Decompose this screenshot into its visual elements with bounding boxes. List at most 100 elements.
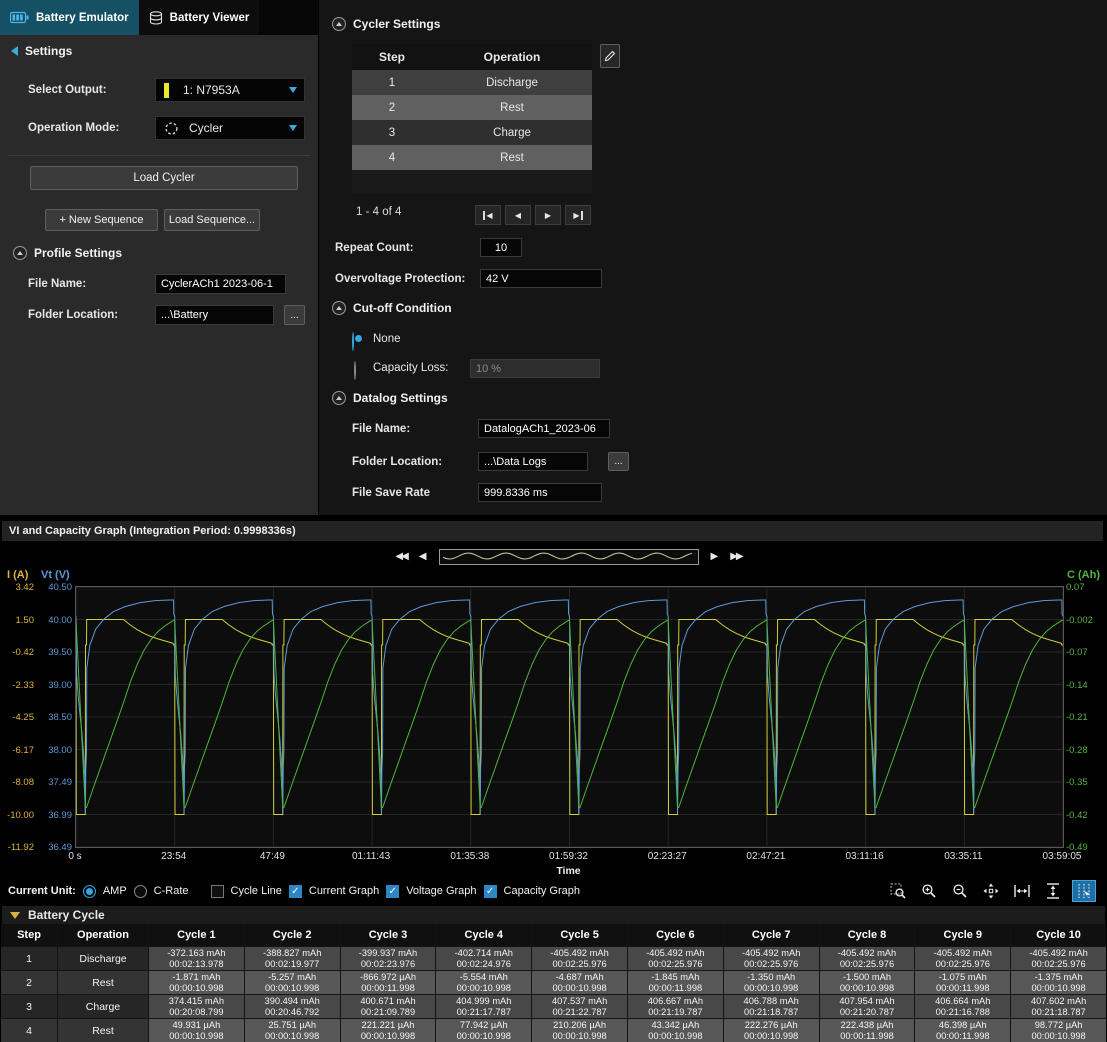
zoom-in-icon[interactable] [917, 880, 941, 902]
fit-horizontal-icon[interactable] [1010, 880, 1034, 902]
cycler-step-row[interactable]: 1Discharge [352, 70, 592, 95]
voltage-axis-label: Vt (V) [41, 569, 70, 581]
graph-title-bar: VI and Capacity Graph (Integration Perio… [2, 521, 1103, 541]
battery-cycle-value-cell: 222.438 µAh00:00:11.998 [820, 1019, 915, 1042]
datalog-browse-button[interactable]: ... [608, 452, 629, 471]
battery-cycle-value-cell: 407.537 mAh00:21:22.787 [532, 995, 627, 1018]
overvoltage-input[interactable]: 42 V [480, 269, 602, 288]
battery-cycle-value-cell: -1.845 mAh00:00:11.998 [628, 971, 723, 994]
battery-cycle-value-cell: 406.667 mAh00:21:19.787 [628, 995, 723, 1018]
battery-cycle-value-cell: -866.972 µAh00:00:11.998 [341, 971, 436, 994]
cutoff-condition-header[interactable]: Cut-off Condition [332, 301, 452, 315]
capacity-loss-input[interactable]: 10 % [470, 359, 600, 378]
waveform-overview-scrollbar[interactable] [439, 549, 699, 565]
select-output-dropdown[interactable]: 1: N7953A [155, 78, 305, 102]
collapse-up-icon [332, 301, 346, 315]
collapse-left-icon [11, 46, 18, 56]
repeat-count-input[interactable]: 10 [480, 238, 522, 257]
current-graph-checkbox[interactable] [289, 885, 302, 898]
cycler-settings-header[interactable]: Cycler Settings [332, 17, 440, 31]
new-sequence-button[interactable]: + New Sequence [45, 209, 158, 231]
scroll-right-button[interactable]: ▶ [711, 550, 719, 564]
autoscale-icon[interactable] [979, 880, 1003, 902]
battery-cycle-col-header: Operation [58, 924, 148, 946]
first-page-button[interactable]: ◀ [475, 205, 501, 225]
file-name-label: File Name: [28, 278, 86, 290]
c-rate-radio-label: C-Rate [154, 885, 189, 897]
tab-battery-viewer[interactable]: Battery Viewer [139, 0, 260, 35]
tracking-cursor-icon[interactable] [1072, 880, 1096, 902]
battery-cycle-label: Battery Cycle [28, 908, 105, 922]
settings-section-header[interactable]: Settings [11, 44, 72, 58]
x-tick-label: 23:54 [161, 851, 186, 862]
cycler-step-row[interactable]: 2Rest [352, 95, 592, 120]
battery-cycle-col-header: Cycle 2 [245, 924, 340, 946]
x-tick-label: 03:59:05 [1043, 851, 1082, 862]
battery-cycle-value-cell: 390.494 mAh00:20:46.792 [245, 995, 340, 1018]
y-tick-label: 0.07 [1066, 582, 1085, 593]
scroll-fast-right-button[interactable]: ▶▶ [730, 550, 741, 564]
scroll-fast-left-button[interactable]: ◀◀ [395, 550, 406, 564]
battery-cycle-value-cell: -1.075 mAh00:00:11.998 [915, 971, 1010, 994]
battery-cycle-value-cell: 407.602 mAh00:21:18.787 [1011, 995, 1106, 1018]
prev-page-icon: ◀ [515, 211, 521, 220]
x-tick-label: 01:59:32 [549, 851, 588, 862]
operation-column-header: Operation [432, 50, 592, 64]
profile-settings-label: Profile Settings [34, 246, 122, 260]
edit-sequence-button[interactable] [600, 44, 620, 68]
battery-cycle-col-header: Cycle 3 [341, 924, 436, 946]
capacity-loss-label: Capacity Loss: [373, 362, 448, 374]
voltage-graph-checkbox[interactable] [386, 885, 399, 898]
capacity-graph-checkbox[interactable] [484, 885, 497, 898]
zoom-out-icon[interactable] [948, 880, 972, 902]
folder-location-input[interactable]: ...\Battery [155, 305, 274, 325]
battery-cycle-operation-cell: Rest [58, 1019, 148, 1042]
capacity-loss-radio[interactable] [354, 361, 356, 380]
battery-icon [10, 11, 29, 24]
datalog-settings-header[interactable]: Datalog Settings [332, 391, 448, 405]
battery-cycle-operation-cell: Rest [58, 971, 148, 994]
fit-vertical-icon[interactable] [1041, 880, 1065, 902]
browse-folder-button[interactable]: ... [284, 305, 305, 325]
repeat-count-label: Repeat Count: [335, 242, 414, 254]
file-save-rate-input[interactable]: 999.8336 ms [478, 483, 602, 502]
waveform-canvas[interactable] [76, 587, 1063, 847]
c-rate-radio[interactable] [134, 885, 147, 898]
x-tick-label: 01:11:43 [352, 851, 390, 862]
scroll-left-button[interactable]: ◀ [419, 550, 427, 564]
load-sequence-button[interactable]: Load Sequence... [164, 209, 260, 231]
cycler-step-row[interactable]: 4Rest [352, 145, 592, 170]
datalog-folder-input[interactable]: ...\Data Logs [478, 452, 588, 471]
y-tick-label: 40.00 [48, 615, 72, 626]
tab-label: Battery Emulator [36, 12, 129, 24]
operation-mode-dropdown[interactable]: Cycler [155, 116, 305, 140]
x-tick-label: 03:11:16 [846, 851, 884, 862]
battery-cycle-value-cell: -1.375 mAh00:00:10.998 [1011, 971, 1106, 994]
voltage-graph-label: Voltage Graph [406, 885, 476, 897]
plot-area[interactable] [75, 586, 1064, 848]
datalog-file-name-input[interactable]: DatalogACh1_2023-06 [478, 419, 610, 438]
datalog-folder-label: Folder Location: [352, 456, 442, 468]
zoom-selection-icon[interactable] [886, 880, 910, 902]
last-page-button[interactable]: ▶ [565, 205, 591, 225]
load-cycler-button[interactable]: Load Cycler [30, 166, 298, 190]
profile-settings-header[interactable]: Profile Settings [13, 246, 122, 260]
battery-cycle-step-cell: 2 [1, 971, 57, 994]
battery-cycle-header[interactable]: Battery Cycle [2, 906, 1105, 924]
prev-page-button[interactable]: ◀ [505, 205, 531, 225]
next-page-button[interactable]: ▶ [535, 205, 561, 225]
step-operation-cell: Charge [432, 127, 592, 139]
battery-cycle-col-header: Cycle 6 [628, 924, 723, 946]
tab-battery-emulator[interactable]: Battery Emulator [0, 0, 139, 35]
first-page-icon: ◀ [483, 211, 492, 220]
amp-radio[interactable] [83, 885, 96, 898]
file-name-input[interactable]: CyclerACh1 2023-06-1 [155, 274, 286, 294]
cutoff-none-radio[interactable] [352, 332, 354, 351]
cycle-line-checkbox[interactable] [211, 885, 224, 898]
current-axis-label: I (A) [7, 569, 28, 581]
y-tick-label: -0.21 [1066, 712, 1088, 723]
cycler-step-row[interactable]: 3Charge [352, 120, 592, 145]
tab-label: Battery Viewer [170, 12, 250, 24]
time-axis-title: Time [75, 865, 1062, 877]
datalog-settings-label: Datalog Settings [353, 391, 448, 405]
